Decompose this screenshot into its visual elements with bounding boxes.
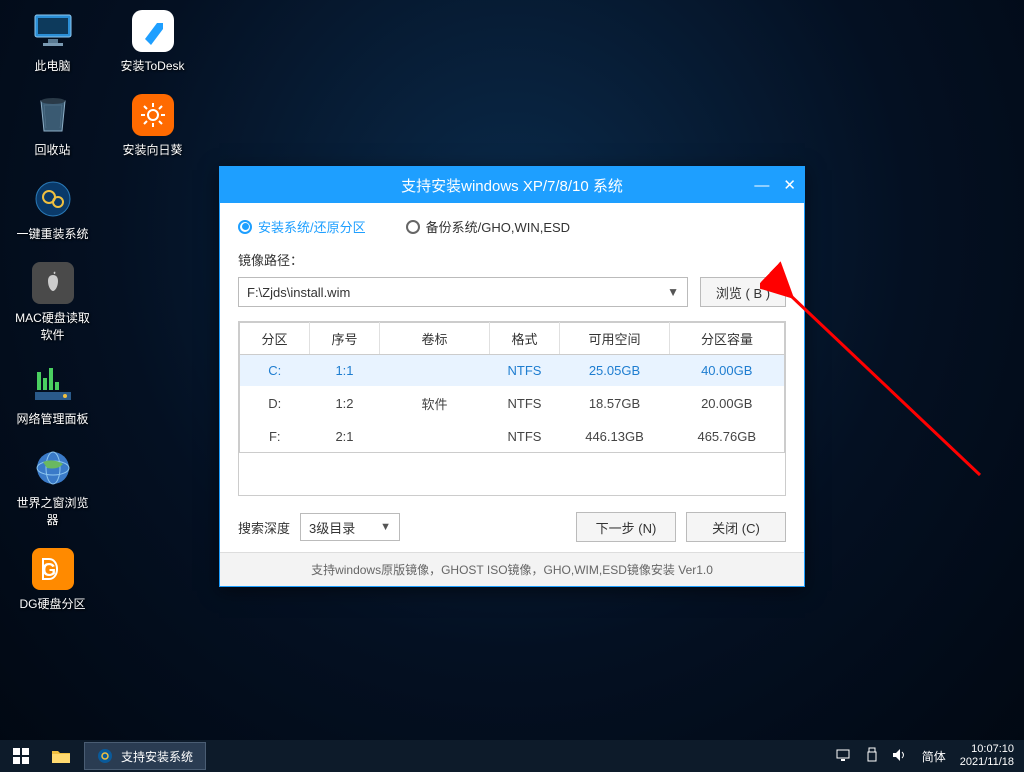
col-partition: 分区 bbox=[240, 323, 310, 355]
taskbar-explorer[interactable] bbox=[42, 740, 80, 772]
col-free: 可用空间 bbox=[560, 323, 670, 355]
partition-table[interactable]: 分区 序号 卷标 格式 可用空间 分区容量 C:1:1NTFS25.05GB40… bbox=[238, 321, 786, 496]
titlebar[interactable]: 支持安装windows XP/7/8/10 系统 — ✕ bbox=[220, 167, 804, 203]
search-depth-select[interactable]: 3级目录 ▼ bbox=[300, 513, 400, 541]
browse-button[interactable]: 浏览 ( B ) bbox=[700, 277, 786, 307]
window-title: 支持安装windows XP/7/8/10 系统 bbox=[401, 175, 623, 196]
dg-icon: G bbox=[32, 548, 74, 590]
ime-indicator[interactable]: 简体 bbox=[922, 748, 946, 765]
partition-row[interactable]: F:2:1NTFS446.13GB465.76GB bbox=[240, 421, 785, 453]
window-footer: 支持windows原版镜像，GHOST ISO镜像，GHO,WIM,ESD镜像安… bbox=[220, 552, 804, 586]
next-button[interactable]: 下一步 (N) bbox=[576, 512, 676, 542]
monitor-icon bbox=[32, 10, 74, 52]
gear-icon bbox=[97, 748, 113, 764]
taskbar: 支持安装系统 简体 10:07:10 2021/11/18 bbox=[0, 740, 1024, 772]
recycle-bin-icon bbox=[32, 94, 74, 136]
desktop-icon-netpanel[interactable]: 网络管理面板 bbox=[15, 363, 90, 427]
image-path-value: F:\Zjds\install.wim bbox=[247, 285, 350, 300]
partition-row[interactable]: C:1:1NTFS25.05GB40.00GB bbox=[240, 355, 785, 387]
desktop-icon-theworld[interactable]: 世界之窗浏览器 bbox=[15, 447, 90, 528]
col-format: 格式 bbox=[490, 323, 560, 355]
desktop-icon-reinstall[interactable]: 一键重装系统 bbox=[15, 178, 90, 242]
desktop-icon-todesk[interactable]: 安装ToDesk bbox=[115, 10, 190, 74]
usb-tray-icon[interactable] bbox=[866, 747, 878, 766]
radio-dot-icon bbox=[238, 220, 252, 234]
col-index: 序号 bbox=[310, 323, 380, 355]
volume-tray-icon[interactable] bbox=[892, 748, 908, 765]
gear-icon bbox=[32, 178, 74, 220]
col-label: 卷标 bbox=[380, 323, 490, 355]
close-button[interactable]: ✕ bbox=[783, 176, 796, 194]
apple-icon bbox=[32, 262, 74, 304]
radio-backup[interactable]: 备份系统/GHO,WIN,ESD bbox=[406, 217, 570, 236]
desktop-icon-recyclebin[interactable]: 回收站 bbox=[15, 94, 90, 158]
sunflower-icon bbox=[132, 94, 174, 136]
radio-install[interactable]: 安装系统/还原分区 bbox=[238, 217, 366, 236]
network-icon bbox=[32, 363, 74, 405]
installer-window: 支持安装windows XP/7/8/10 系统 — ✕ 安装系统/还原分区 备… bbox=[219, 166, 805, 587]
start-button[interactable] bbox=[0, 740, 42, 772]
folder-icon bbox=[51, 748, 71, 764]
network-tray-icon[interactable] bbox=[836, 748, 852, 765]
image-path-label: 镜像路径： bbox=[238, 250, 786, 269]
dropdown-arrow-icon: ▼ bbox=[380, 521, 391, 533]
tray-clock[interactable]: 10:07:10 2021/11/18 bbox=[960, 743, 1014, 769]
desktop-icon-sunlogin[interactable]: 安装向日葵 bbox=[115, 94, 190, 158]
desktop-icon-thispc[interactable]: 此电脑 bbox=[15, 10, 90, 74]
windows-icon bbox=[13, 748, 29, 764]
dropdown-arrow-icon: ▼ bbox=[667, 285, 679, 299]
close-dialog-button[interactable]: 关闭 (C) bbox=[686, 512, 786, 542]
desktop-icon-diskgenius[interactable]: G DG硬盘分区 bbox=[15, 548, 90, 612]
search-depth-label: 搜索深度 bbox=[238, 518, 290, 537]
minimize-button[interactable]: — bbox=[754, 177, 769, 194]
partition-row[interactable]: D:1:2软件NTFS18.57GB20.00GB bbox=[240, 386, 785, 421]
radio-dot-icon bbox=[406, 220, 420, 234]
desktop-icon-macdrive[interactable]: MAC硬盘读取软件 bbox=[15, 262, 90, 343]
system-tray: 简体 10:07:10 2021/11/18 bbox=[836, 743, 1024, 769]
taskbar-app-installer[interactable]: 支持安装系统 bbox=[84, 742, 206, 770]
globe-icon bbox=[32, 447, 74, 489]
image-path-dropdown[interactable]: F:\Zjds\install.wim ▼ bbox=[238, 277, 688, 307]
todesk-icon bbox=[132, 10, 174, 52]
col-capacity: 分区容量 bbox=[670, 323, 785, 355]
window-body: 安装系统/还原分区 备份系统/GHO,WIN,ESD 镜像路径： F:\Zjds… bbox=[220, 203, 804, 552]
